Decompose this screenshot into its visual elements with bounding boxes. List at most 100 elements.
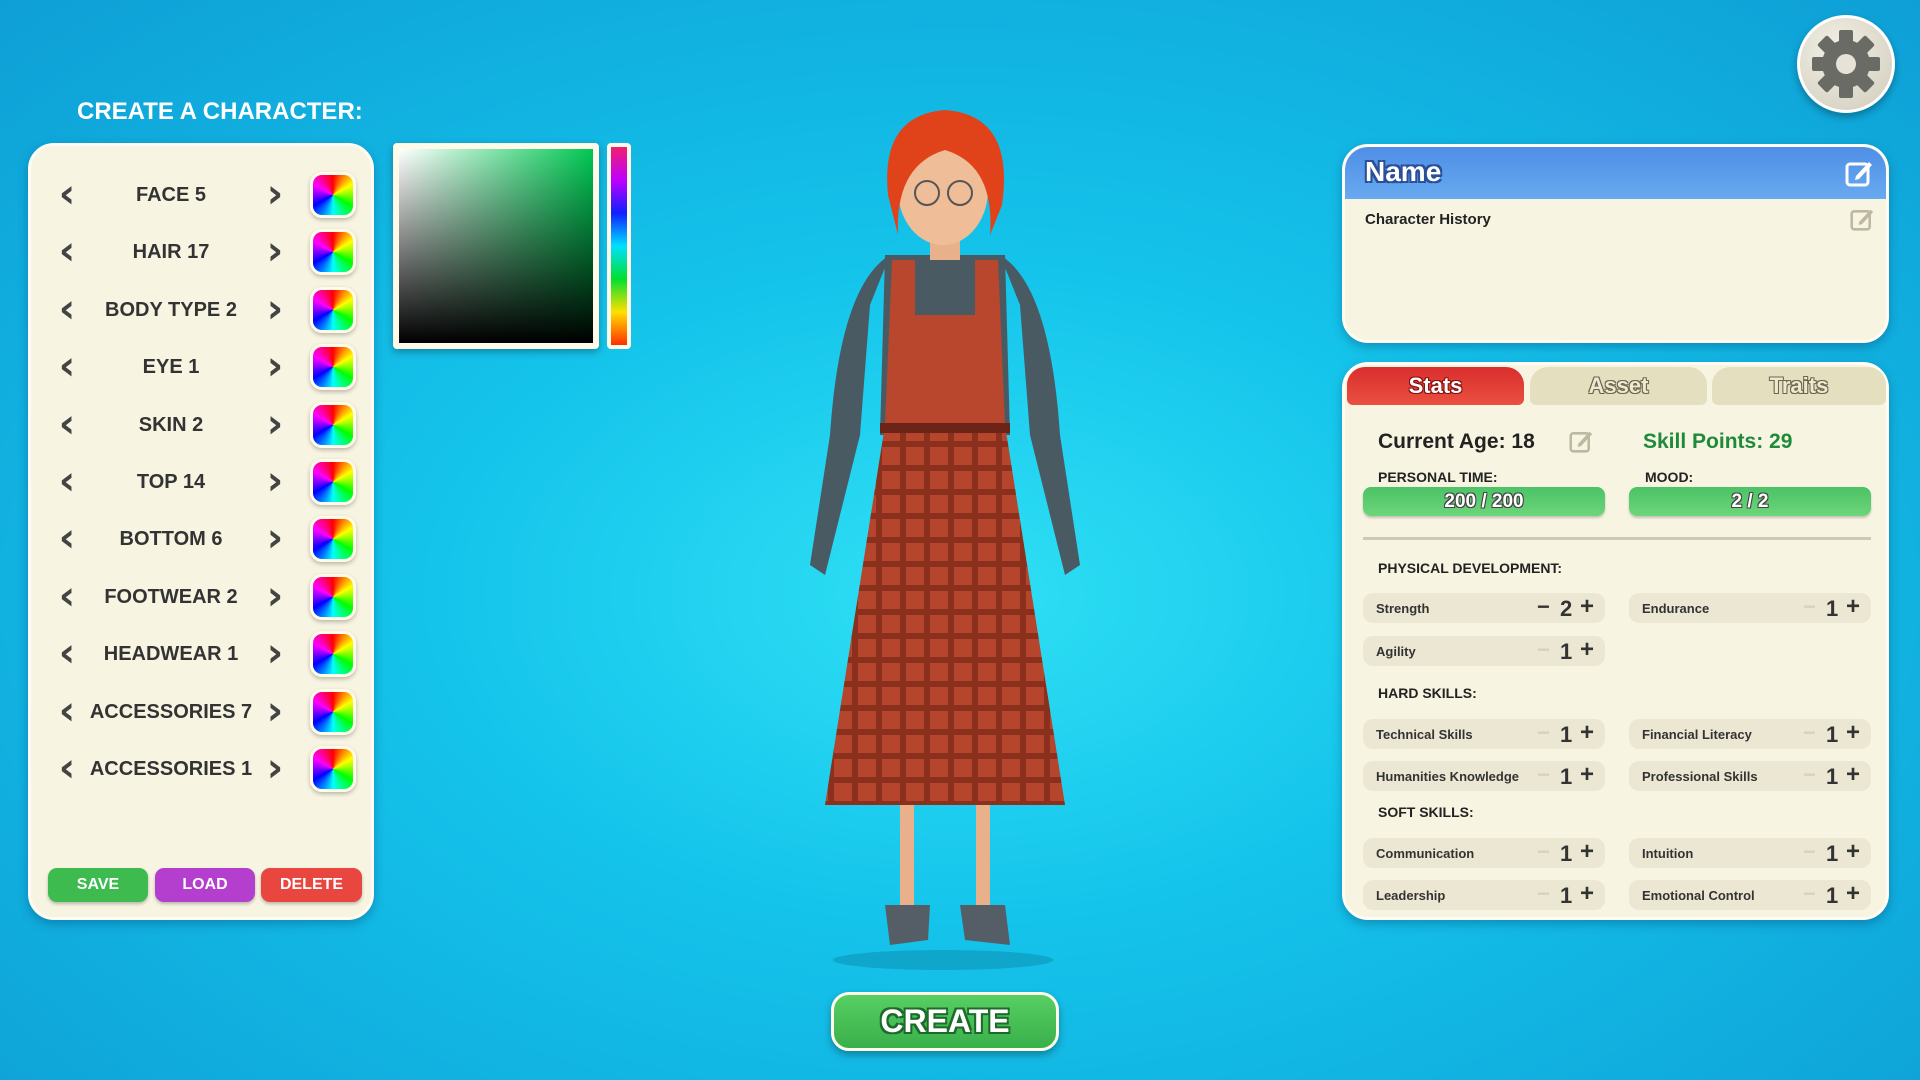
skill-row: Humanities Knowledge − 1 + xyxy=(1363,761,1605,791)
skill-row: Financial Literacy − 1 + xyxy=(1629,719,1871,749)
next-arrow-icon[interactable]: › xyxy=(257,347,293,387)
customize-label: FACE 5 xyxy=(85,184,257,207)
skill-value: 1 xyxy=(1560,883,1572,909)
color-wheel-button[interactable] xyxy=(310,344,356,390)
skill-points: Skill Points: 29 xyxy=(1643,430,1792,454)
increase-button[interactable]: + xyxy=(1846,880,1860,908)
color-wheel-button[interactable] xyxy=(310,402,356,448)
decrease-button[interactable]: − xyxy=(1537,720,1550,746)
edit-age-icon[interactable] xyxy=(1569,429,1593,453)
increase-button[interactable]: + xyxy=(1580,880,1594,908)
skill-row: Strength − 2 + xyxy=(1363,593,1605,623)
tab-asset[interactable]: Asset xyxy=(1530,367,1707,405)
decrease-button[interactable]: − xyxy=(1537,839,1550,865)
increase-button[interactable]: + xyxy=(1580,761,1594,789)
next-arrow-icon[interactable]: › xyxy=(257,232,293,272)
prev-arrow-icon[interactable]: ‹ xyxy=(49,175,85,215)
color-wheel-button[interactable] xyxy=(310,631,356,677)
mood-label: MOOD: xyxy=(1645,469,1693,485)
customize-label: TOP 14 xyxy=(85,471,257,494)
decrease-button[interactable]: − xyxy=(1803,839,1816,865)
increase-button[interactable]: + xyxy=(1580,636,1594,664)
prev-arrow-icon[interactable]: ‹ xyxy=(49,634,85,674)
character-name[interactable]: Name xyxy=(1365,156,1441,188)
increase-button[interactable]: + xyxy=(1580,719,1594,747)
skill-row: Technical Skills − 1 + xyxy=(1363,719,1605,749)
customize-row: ‹ BOTTOM 6 › xyxy=(45,514,365,564)
skill-row: Agility − 1 + xyxy=(1363,636,1605,666)
decrease-button[interactable]: − xyxy=(1537,594,1550,620)
prev-arrow-icon[interactable]: ‹ xyxy=(49,577,85,617)
decrease-button[interactable]: − xyxy=(1537,637,1550,663)
prev-arrow-icon[interactable]: ‹ xyxy=(49,232,85,272)
prev-arrow-icon[interactable]: ‹ xyxy=(49,405,85,445)
edit-name-icon[interactable] xyxy=(1845,159,1873,187)
increase-button[interactable]: + xyxy=(1846,838,1860,866)
prev-arrow-icon[interactable]: ‹ xyxy=(49,519,85,559)
prev-arrow-icon[interactable]: ‹ xyxy=(49,462,85,502)
customize-row: ‹ ACCESSORIES 7 › xyxy=(45,687,365,737)
character-history-label: Character History xyxy=(1365,211,1491,228)
increase-button[interactable]: + xyxy=(1580,593,1594,621)
next-arrow-icon[interactable]: › xyxy=(257,577,293,617)
prev-arrow-icon[interactable]: ‹ xyxy=(49,347,85,387)
section-title: SOFT SKILLS: xyxy=(1378,804,1474,820)
color-wheel-button[interactable] xyxy=(310,574,356,620)
customize-row: ‹ HAIR 17 › xyxy=(45,227,365,277)
next-arrow-icon[interactable]: › xyxy=(257,749,293,789)
color-wheel-button[interactable] xyxy=(310,459,356,505)
decrease-button[interactable]: − xyxy=(1537,881,1550,907)
tab-traits[interactable]: Traits xyxy=(1712,367,1886,405)
color-wheel-button[interactable] xyxy=(310,229,356,275)
customize-label: ACCESSORIES 1 xyxy=(85,758,257,781)
skill-value: 1 xyxy=(1826,764,1838,790)
next-arrow-icon[interactable]: › xyxy=(257,692,293,732)
skill-row: Endurance − 1 + xyxy=(1629,593,1871,623)
decrease-button[interactable]: − xyxy=(1803,594,1816,620)
customize-label: FOOTWEAR 2 xyxy=(85,586,257,609)
next-arrow-icon[interactable]: › xyxy=(257,175,293,215)
prev-arrow-icon[interactable]: ‹ xyxy=(49,290,85,330)
skill-name: Intuition xyxy=(1642,846,1693,861)
color-picker-saturation-value[interactable] xyxy=(393,143,599,349)
increase-button[interactable]: + xyxy=(1846,719,1860,747)
prev-arrow-icon[interactable]: ‹ xyxy=(49,749,85,789)
skill-name: Leadership xyxy=(1376,888,1445,903)
next-arrow-icon[interactable]: › xyxy=(257,462,293,502)
delete-button[interactable]: DELETE xyxy=(261,868,362,902)
skill-value: 1 xyxy=(1826,883,1838,909)
decrease-button[interactable]: − xyxy=(1803,881,1816,907)
character-figure xyxy=(810,110,1080,970)
edit-history-icon[interactable] xyxy=(1850,207,1874,231)
increase-button[interactable]: + xyxy=(1846,761,1860,789)
color-wheel-button[interactable] xyxy=(310,287,356,333)
next-arrow-icon[interactable]: › xyxy=(257,405,293,445)
decrease-button[interactable]: − xyxy=(1537,762,1550,788)
save-button[interactable]: SAVE xyxy=(48,868,148,902)
settings-button[interactable] xyxy=(1797,15,1895,113)
decrease-button[interactable]: − xyxy=(1803,762,1816,788)
skill-name: Communication xyxy=(1376,846,1474,861)
page-title: CREATE A CHARACTER: xyxy=(77,98,363,126)
next-arrow-icon[interactable]: › xyxy=(257,519,293,559)
load-button[interactable]: LOAD xyxy=(155,868,255,902)
next-arrow-icon[interactable]: › xyxy=(257,290,293,330)
create-button[interactable]: CREATE xyxy=(831,992,1059,1051)
color-wheel-button[interactable] xyxy=(310,172,356,218)
increase-button[interactable]: + xyxy=(1580,838,1594,866)
decrease-button[interactable]: − xyxy=(1803,720,1816,746)
increase-button[interactable]: + xyxy=(1846,593,1860,621)
skill-row: Professional Skills − 1 + xyxy=(1629,761,1871,791)
skill-value: 2 xyxy=(1560,596,1572,622)
skill-value: 1 xyxy=(1826,722,1838,748)
next-arrow-icon[interactable]: › xyxy=(257,634,293,674)
color-picker-hue-slider[interactable] xyxy=(607,143,631,349)
tab-stats[interactable]: Stats xyxy=(1347,367,1524,405)
customize-row: ‹ FOOTWEAR 2 › xyxy=(45,572,365,622)
color-wheel-button[interactable] xyxy=(310,516,356,562)
customize-label: BOTTOM 6 xyxy=(85,528,257,551)
color-wheel-button[interactable] xyxy=(310,746,356,792)
skill-value: 1 xyxy=(1560,639,1572,665)
color-wheel-button[interactable] xyxy=(310,689,356,735)
prev-arrow-icon[interactable]: ‹ xyxy=(49,692,85,732)
